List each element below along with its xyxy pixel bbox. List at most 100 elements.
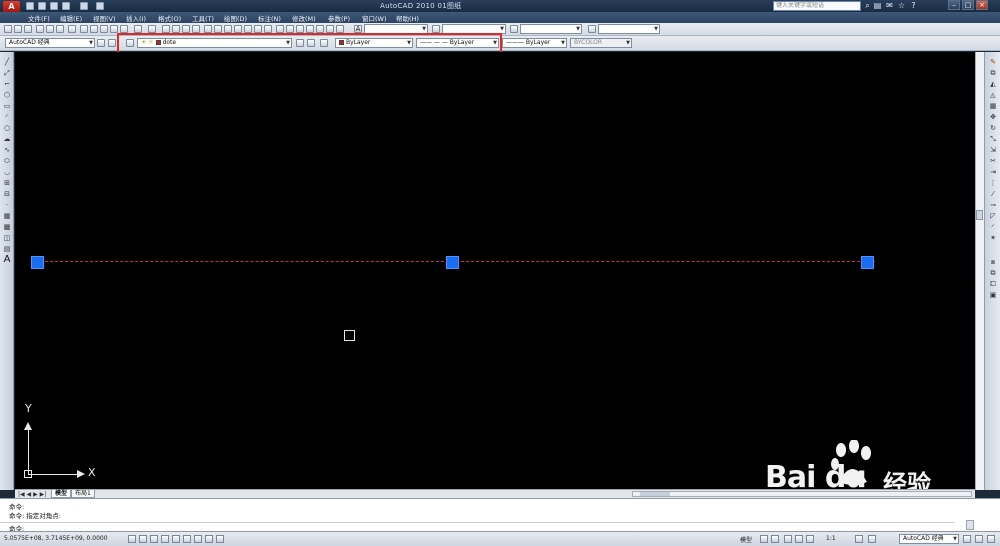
lineweight-select[interactable]: ——— ByLayer ▼ bbox=[502, 38, 567, 48]
coordinate-readout[interactable]: 5.0575E+08, 3.7145E+09, 0.0000 bbox=[4, 535, 108, 542]
lineweight-toggle-icon[interactable] bbox=[216, 535, 224, 543]
dim-style-icon[interactable] bbox=[336, 25, 344, 33]
multileader-style-select[interactable]: ▼ bbox=[598, 24, 660, 34]
color-select[interactable]: ByLayer ▼ bbox=[335, 38, 413, 48]
table-style-select[interactable]: ▼ bbox=[520, 24, 582, 34]
markup-icon[interactable] bbox=[244, 25, 252, 33]
horizontal-scrollbar[interactable] bbox=[632, 491, 972, 497]
dim-diameter-icon[interactable] bbox=[316, 25, 324, 33]
vertical-scrollbar-thumb[interactable] bbox=[976, 210, 983, 220]
preview-icon[interactable] bbox=[46, 25, 54, 33]
chamfer-icon[interactable]: ◸ bbox=[989, 212, 997, 220]
menu-view[interactable]: 视图(V) bbox=[93, 13, 116, 23]
steering-wheel-icon[interactable] bbox=[806, 535, 814, 543]
redo-icon[interactable] bbox=[148, 25, 156, 33]
layer-states-icon[interactable] bbox=[320, 39, 328, 47]
offset-icon[interactable]: ◬ bbox=[989, 91, 997, 99]
table-style-icon[interactable] bbox=[510, 25, 518, 33]
layer-select[interactable]: ☀ ☼ dote ▼ bbox=[137, 38, 292, 48]
command-scrollbar[interactable] bbox=[966, 520, 974, 530]
3d-dwf-icon[interactable] bbox=[68, 25, 76, 33]
object-snap-tracking-icon[interactable] bbox=[183, 535, 191, 543]
save-icon[interactable] bbox=[24, 25, 32, 33]
mirror-icon[interactable]: ◭ bbox=[989, 80, 997, 88]
selected-dashed-line[interactable] bbox=[45, 261, 875, 262]
scale-icon[interactable]: ⤡ bbox=[989, 135, 997, 143]
open-file-icon[interactable] bbox=[38, 2, 46, 10]
table-icon[interactable]: ▤ bbox=[3, 245, 11, 253]
menu-edit[interactable]: 编辑(E) bbox=[60, 13, 82, 23]
vertical-scrollbar[interactable] bbox=[975, 52, 984, 490]
grid-display-icon[interactable] bbox=[139, 535, 147, 543]
save-icon[interactable] bbox=[50, 2, 58, 10]
pan-icon[interactable] bbox=[162, 25, 170, 33]
multileader-style-icon[interactable] bbox=[588, 25, 596, 33]
match-properties-icon[interactable] bbox=[110, 25, 118, 33]
menu-insert[interactable]: 插入(I) bbox=[126, 13, 146, 23]
new-file-icon[interactable] bbox=[26, 2, 34, 10]
help-icon[interactable] bbox=[264, 25, 272, 33]
line-midpoint-grip[interactable] bbox=[446, 256, 459, 269]
dim-linear-icon[interactable] bbox=[276, 25, 284, 33]
array-icon[interactable]: ▦ bbox=[989, 102, 997, 110]
rectangle-icon[interactable]: ▭ bbox=[3, 102, 11, 110]
undo-icon[interactable] bbox=[62, 2, 70, 10]
layer-previous-icon[interactable] bbox=[307, 39, 315, 47]
text-above-icon[interactable]: ▣ bbox=[989, 291, 997, 299]
copy-object-icon[interactable]: ⧉ bbox=[989, 69, 997, 77]
break-icon[interactable]: ⁄ bbox=[989, 190, 997, 198]
paste-icon[interactable] bbox=[100, 25, 108, 33]
menu-modify[interactable]: 修改(M) bbox=[292, 13, 316, 23]
line-icon[interactable]: ╱ bbox=[3, 58, 11, 66]
design-center-icon[interactable] bbox=[214, 25, 222, 33]
annotation-scale[interactable]: 1:1 bbox=[826, 535, 836, 542]
menu-file[interactable]: 文件(F) bbox=[28, 13, 50, 23]
stretch-icon[interactable]: ⇲ bbox=[989, 146, 997, 154]
dim-style-select[interactable]: ▼ bbox=[442, 24, 506, 34]
fillet-icon[interactable]: ◜ bbox=[989, 223, 997, 231]
dynamic-ucs-icon[interactable] bbox=[194, 535, 202, 543]
polygon-icon[interactable]: ⬡ bbox=[3, 91, 11, 99]
text-style-select[interactable]: ▼ bbox=[364, 24, 428, 34]
rotate-icon[interactable]: ↻ bbox=[989, 124, 997, 132]
workspace-settings-icon[interactable] bbox=[97, 39, 105, 47]
workspace-gear-icon[interactable] bbox=[108, 39, 116, 47]
make-block-icon[interactable]: ⊟ bbox=[3, 190, 11, 198]
plotstyle-select[interactable]: BYCOLOR ▼ bbox=[570, 38, 632, 48]
join-icon[interactable]: ⊸ bbox=[989, 201, 997, 209]
qnew-icon[interactable] bbox=[4, 25, 12, 33]
autocad-logo-icon[interactable]: A bbox=[3, 1, 20, 12]
point-icon[interactable]: · bbox=[3, 201, 11, 209]
menu-draw[interactable]: 绘图(D) bbox=[224, 13, 247, 23]
tab-navigation-arrows[interactable]: |◀ ◀ ▶ ▶| bbox=[18, 491, 46, 498]
ellipse-icon[interactable]: ⬭ bbox=[3, 157, 11, 165]
dimstyle-icon[interactable] bbox=[432, 25, 440, 33]
linetype-select[interactable]: —— — — ByLayer ▼ bbox=[416, 38, 499, 48]
workspace-select[interactable]: AutoCAD 经典 ▼ bbox=[5, 38, 95, 48]
polyline-icon[interactable]: ⌐ bbox=[3, 80, 11, 88]
zoom-status-icon[interactable] bbox=[795, 535, 803, 543]
hatch-icon[interactable]: ▦ bbox=[3, 212, 11, 220]
snap-mode-icon[interactable] bbox=[128, 535, 136, 543]
tool-palettes-icon[interactable] bbox=[224, 25, 232, 33]
tab-layout1[interactable]: 布局1 bbox=[71, 490, 95, 498]
undo-icon[interactable] bbox=[134, 25, 142, 33]
dim-arc-icon[interactable] bbox=[296, 25, 304, 33]
draworder-icon[interactable]: ⧈ bbox=[989, 258, 997, 266]
menu-dimension[interactable]: 标注(N) bbox=[258, 13, 281, 23]
ortho-mode-icon[interactable] bbox=[150, 535, 158, 543]
zoom-previous-icon[interactable] bbox=[192, 25, 200, 33]
insert-block-icon[interactable]: ⊞ bbox=[3, 179, 11, 187]
model-space-label[interactable]: 模型 bbox=[740, 535, 752, 544]
layout-quick-view-icon[interactable] bbox=[760, 535, 768, 543]
maximize-button[interactable]: □ bbox=[962, 0, 974, 10]
favorites-icon[interactable]: ☆ bbox=[897, 1, 906, 10]
object-snap-icon[interactable] bbox=[172, 535, 180, 543]
help-icon[interactable]: ? bbox=[909, 1, 918, 10]
dim-angular-icon[interactable] bbox=[326, 25, 334, 33]
text-style-icon[interactable]: A bbox=[354, 25, 362, 33]
zoom-window-icon[interactable] bbox=[182, 25, 190, 33]
copy-icon[interactable] bbox=[90, 25, 98, 33]
sheet-set-icon[interactable] bbox=[234, 25, 242, 33]
annotation-visibility-icon[interactable] bbox=[855, 535, 863, 543]
